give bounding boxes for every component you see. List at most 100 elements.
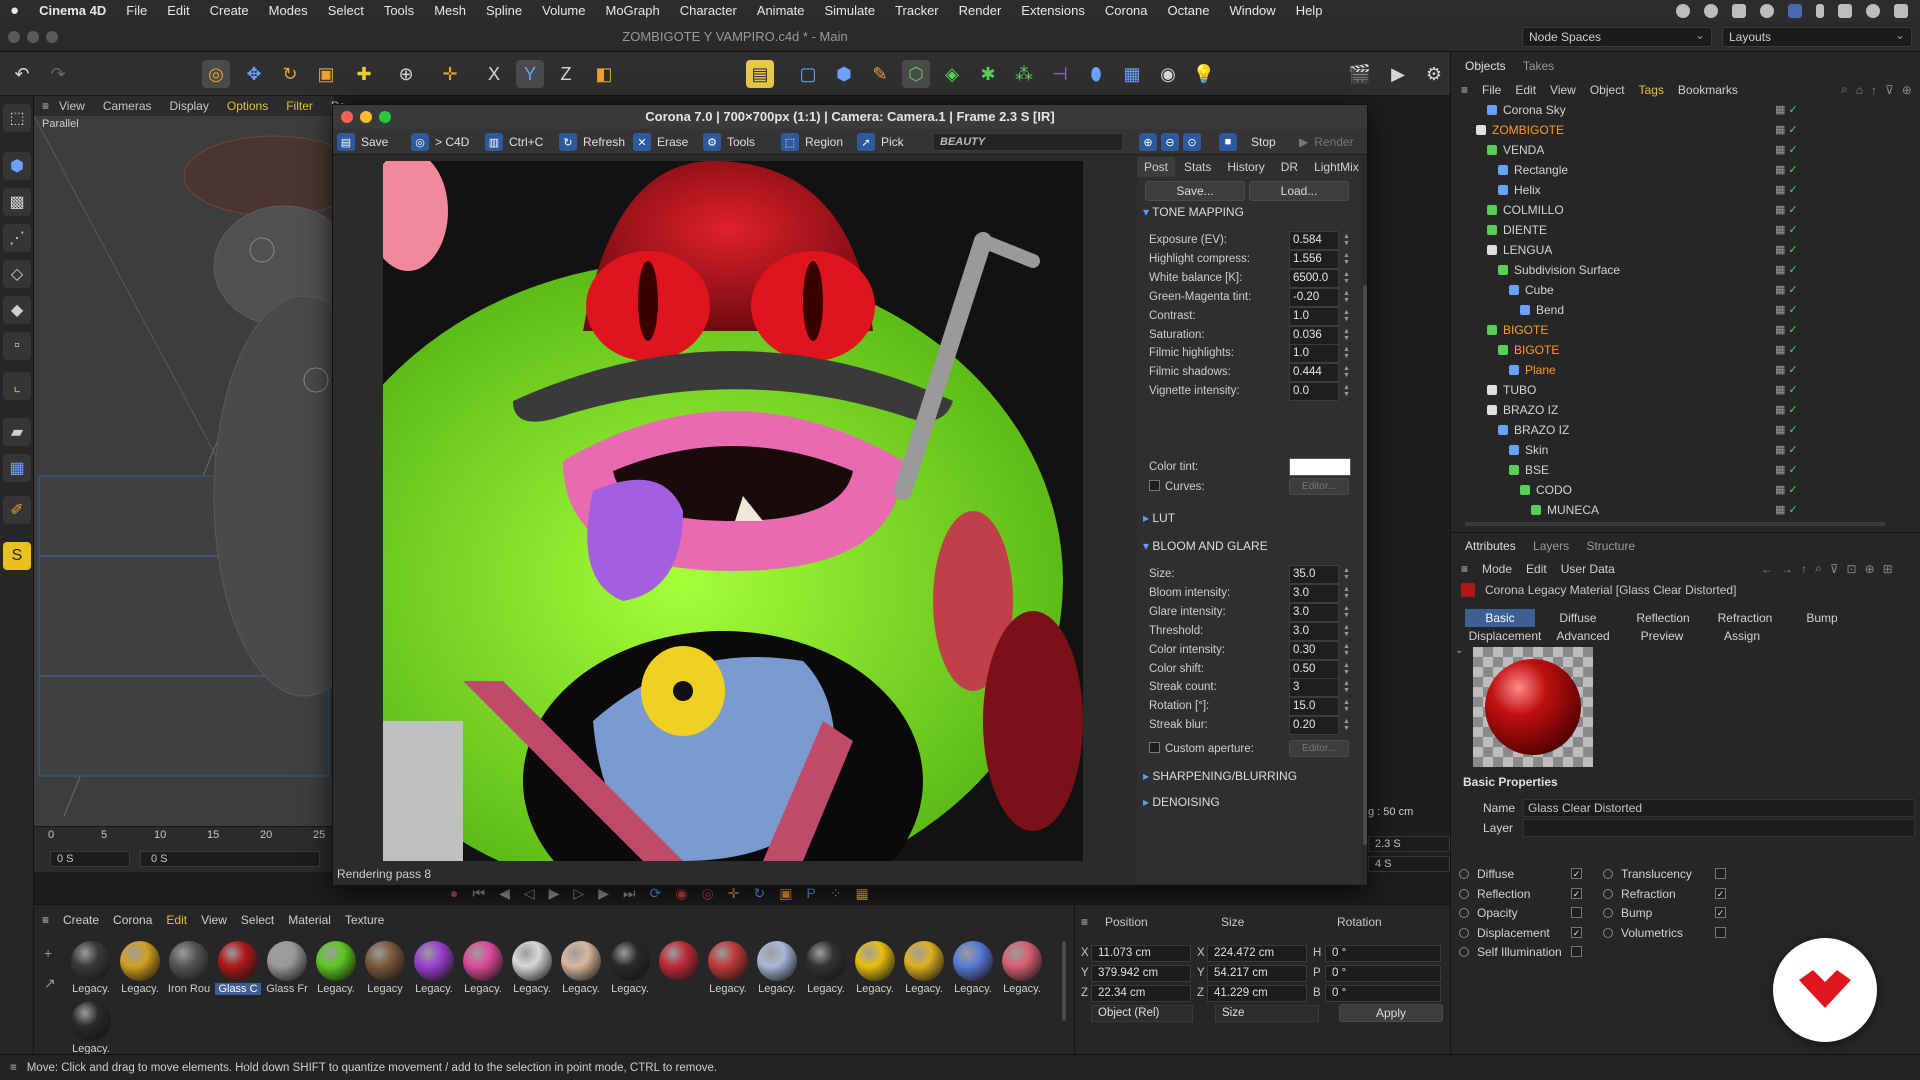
layer-icon[interactable]: ▦: [1775, 204, 1785, 216]
object-row[interactable]: LENGUA ▦ ✓: [1465, 240, 1911, 260]
up-arrow-icon[interactable]: ↑: [1801, 562, 1807, 576]
object-row[interactable]: Plane ▦ ✓: [1465, 360, 1911, 380]
layer-icon[interactable]: ▦: [1775, 484, 1785, 496]
spinner-arrows-icon[interactable]: ▲ ▼: [1343, 605, 1351, 619]
vfb-region-button[interactable]: ⬚ Region: [781, 133, 843, 151]
hamburger-icon[interactable]: ≡: [42, 96, 49, 116]
object-row[interactable]: Bend ▦ ✓: [1465, 300, 1911, 320]
viewport-menu-options[interactable]: Options: [227, 96, 268, 116]
enable-check-icon[interactable]: ✓: [1788, 224, 1797, 236]
spinner-arrows-icon[interactable]: ▲ ▼: [1343, 252, 1351, 266]
play-icon[interactable]: ▶: [549, 885, 560, 902]
menu-hamburger-icon[interactable]: ≡: [1461, 83, 1468, 97]
spinner-arrows-icon[interactable]: ▲ ▼: [1343, 699, 1351, 713]
render-to-picture-viewer-icon[interactable]: ▶: [1384, 60, 1412, 88]
channel-checkbox[interactable]: ✓: [1571, 868, 1582, 879]
coord-mode-select[interactable]: Object (Rel): [1091, 1005, 1193, 1022]
material-item[interactable]: Legacy.: [803, 941, 849, 995]
enable-check-icon[interactable]: ✓: [1788, 424, 1797, 436]
vfb-zoom-icon[interactable]: [379, 111, 391, 123]
post-save-button[interactable]: Save...: [1145, 181, 1245, 201]
flag-icon[interactable]: [1788, 4, 1802, 18]
section-denoising[interactable]: DENOISING: [1143, 795, 1219, 809]
post-load-button[interactable]: Load...: [1249, 181, 1349, 201]
menu-edit[interactable]: Edit: [157, 0, 199, 22]
menu-corona[interactable]: Corona: [1095, 0, 1158, 22]
collapse-arrow-icon[interactable]: ⌄: [1455, 645, 1463, 656]
zoom-in-icon[interactable]: ⊕: [1139, 133, 1157, 151]
material-item[interactable]: Legacy.: [999, 941, 1045, 995]
undo-icon[interactable]: ↶: [8, 60, 36, 88]
zoom-fit-icon[interactable]: ⊙: [1183, 133, 1201, 151]
attr-tab-reflection[interactable]: Reflection: [1623, 609, 1703, 627]
coord-hamburger-icon[interactable]: ≡: [1081, 915, 1088, 929]
pen-icon[interactable]: ✎: [866, 60, 894, 88]
go-start-icon[interactable]: ⏮: [472, 885, 485, 902]
material-item[interactable]: Legacy.: [460, 941, 506, 995]
prev-frame-icon[interactable]: ◁: [524, 885, 535, 902]
gear-effector-icon[interactable]: ✱: [974, 60, 1002, 88]
node-spaces-select[interactable]: Node Spaces: [1522, 26, 1712, 47]
menu-volume[interactable]: Volume: [532, 0, 595, 22]
animate-radio-icon[interactable]: [1603, 908, 1613, 918]
spinner-arrows-icon[interactable]: ▲ ▼: [1343, 586, 1351, 600]
mat-menu-select[interactable]: Select: [241, 913, 274, 927]
object-row[interactable]: CODO ▦ ✓: [1465, 480, 1911, 500]
filter-icon[interactable]: ⊽: [1885, 83, 1894, 97]
param-value-field[interactable]: 0.30: [1289, 640, 1339, 660]
aperture-editor-button[interactable]: Editor...: [1289, 740, 1349, 757]
time-current-field[interactable]: 0 S: [140, 851, 320, 867]
enable-check-icon[interactable]: ✓: [1788, 204, 1797, 216]
animate-radio-icon[interactable]: [1459, 927, 1469, 938]
viewport-menu-display[interactable]: Display: [170, 96, 209, 116]
creative-cloud-icon[interactable]: [1704, 4, 1718, 18]
position-field[interactable]: 379.942 cm: [1091, 965, 1191, 982]
object-mode-icon[interactable]: ⬢: [3, 152, 31, 180]
param-value-field[interactable]: 0.50: [1289, 659, 1339, 679]
object-row[interactable]: Helix ▦ ✓: [1465, 180, 1911, 200]
next-key-icon[interactable]: ▶: [598, 885, 609, 902]
material-item[interactable]: Glass C: [215, 941, 261, 995]
position-field[interactable]: 11.073 cm: [1091, 945, 1191, 962]
animate-radio-icon[interactable]: [1603, 888, 1613, 899]
param-value-field[interactable]: 0.444: [1289, 363, 1339, 383]
vfb-pick-button[interactable]: ➚ Pick: [857, 133, 904, 151]
size-field[interactable]: 54.217 cm: [1207, 965, 1307, 982]
object-row[interactable]: BRAZO IZ ▦ ✓: [1465, 400, 1911, 420]
mat-menu-texture[interactable]: Texture: [345, 913, 384, 927]
workplane-icon[interactable]: ▰: [3, 418, 31, 446]
object-flags[interactable]: ▦ ✓: [1775, 500, 1798, 520]
apple-icon[interactable]: ●: [0, 0, 29, 22]
spinner-arrows-icon[interactable]: ▲ ▼: [1343, 346, 1351, 360]
object-flags[interactable]: ▦ ✓: [1775, 480, 1798, 500]
mograph-icon[interactable]: ⁂: [1010, 60, 1038, 88]
channel-checkbox[interactable]: ✓: [1715, 907, 1726, 918]
menu-tracker[interactable]: Tracker: [885, 0, 949, 22]
menu-create[interactable]: Create: [200, 0, 259, 22]
vfb-close-icon[interactable]: [341, 111, 353, 123]
menu-octane[interactable]: Octane: [1158, 0, 1220, 22]
object-flags[interactable]: ▦ ✓: [1775, 420, 1798, 440]
object-flags[interactable]: ▦ ✓: [1775, 400, 1798, 420]
material-item[interactable]: Legacy.: [607, 941, 653, 995]
vfb-save-button[interactable]: ▤ Save: [337, 133, 388, 151]
material-item[interactable]: Legacy.: [950, 941, 996, 995]
spinner-arrows-icon[interactable]: ▲ ▼: [1343, 567, 1351, 581]
param-value-field[interactable]: 3.0: [1289, 621, 1339, 641]
object-flags[interactable]: ▦ ✓: [1775, 460, 1798, 480]
spinner-arrows-icon[interactable]: ▲ ▼: [1343, 365, 1351, 379]
go-end-icon[interactable]: ⏭: [623, 885, 636, 902]
tab-dr[interactable]: DR: [1274, 157, 1305, 177]
layer-icon[interactable]: ▦: [1775, 444, 1785, 456]
camera-icon[interactable]: ◉: [1154, 60, 1182, 88]
attr-tab-assign[interactable]: Assign: [1707, 627, 1777, 645]
position-key-icon[interactable]: ✛: [728, 885, 740, 902]
layer-field[interactable]: [1523, 819, 1915, 837]
object-flags[interactable]: ▦ ✓: [1775, 100, 1798, 120]
menu-mograph[interactable]: MoGraph: [596, 0, 670, 22]
menu-tools[interactable]: Tools: [374, 0, 424, 22]
channel-checkbox[interactable]: ✓: [1715, 887, 1726, 899]
spinner-arrows-icon[interactable]: ▲ ▼: [1343, 328, 1351, 342]
render-region-icon[interactable]: 🎬: [1346, 60, 1374, 88]
time-start-field[interactable]: 0 S: [50, 851, 130, 867]
